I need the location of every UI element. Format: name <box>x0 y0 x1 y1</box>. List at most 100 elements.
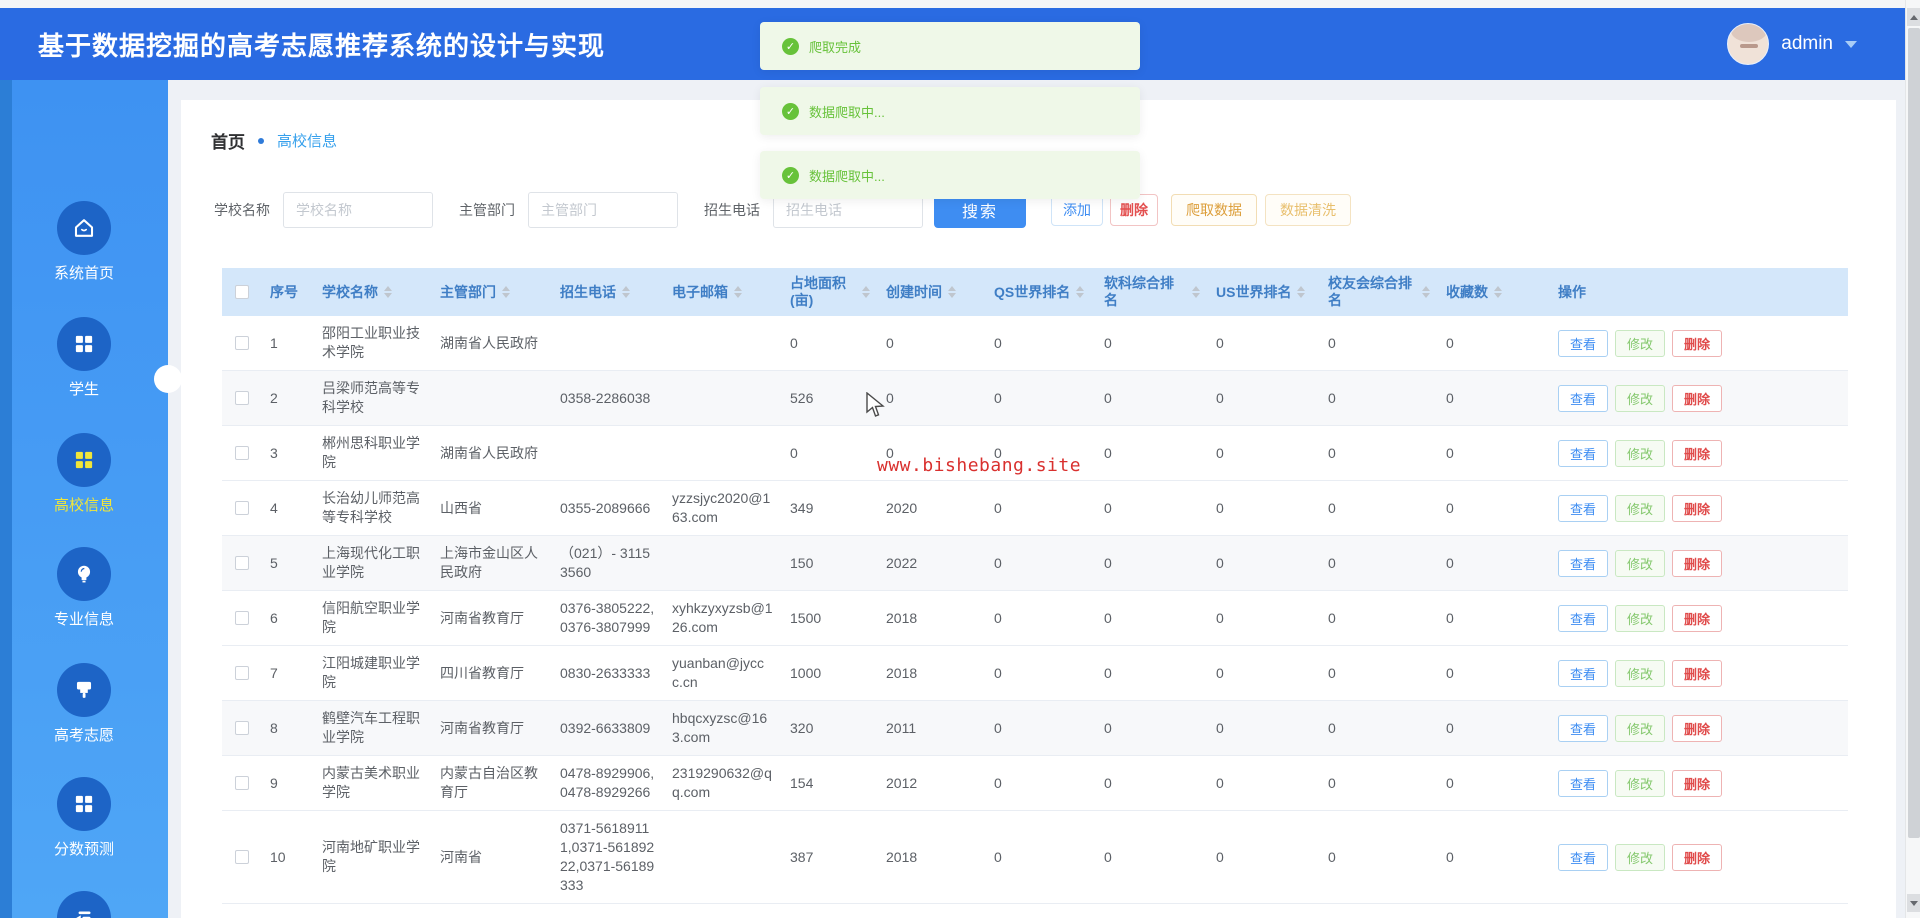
row-delete-button[interactable]: 删除 <box>1672 549 1723 577</box>
edit-button[interactable]: 修改 <box>1615 549 1666 577</box>
user-menu[interactable]: admin <box>1727 8 1857 80</box>
row-checkbox[interactable] <box>235 850 249 864</box>
sidebar-item-home[interactable]: 系统首页 <box>0 201 168 283</box>
filter-label-school-name: 学校名称 <box>214 202 270 218</box>
cell-school-name: 江阳城建职业学院 <box>322 655 420 690</box>
sort-icon[interactable] <box>1494 286 1502 298</box>
edit-button[interactable]: 修改 <box>1615 714 1666 742</box>
edit-button[interactable]: 修改 <box>1615 439 1666 467</box>
cell-area: 1500 <box>790 609 822 626</box>
clean-data-button[interactable]: 数据清洗 <box>1265 194 1351 226</box>
cell-alumni-rank: 0 <box>1328 774 1336 791</box>
col-header-department: 主管部门 <box>440 283 496 300</box>
breadcrumb-home[interactable]: 首页 <box>211 128 245 153</box>
cell-ruanke-rank: 0 <box>1104 444 1112 461</box>
view-button[interactable]: 查看 <box>1558 659 1609 687</box>
row-delete-button[interactable]: 删除 <box>1672 659 1723 687</box>
table-row: 6 信阳航空职业学院 河南省教育厅 0376-3805222, 0376-380… <box>222 591 1848 646</box>
cell-department: 河南省教育厅 <box>440 719 524 736</box>
cell-favorites: 0 <box>1446 664 1454 681</box>
sort-icon[interactable] <box>948 286 956 298</box>
cell-alumni-rank: 0 <box>1328 389 1336 406</box>
view-button[interactable]: 查看 <box>1558 439 1609 467</box>
cell-qs-rank: 0 <box>994 664 1002 681</box>
breadcrumb: 首页 高校信息 <box>211 128 337 153</box>
table-header-row: 序号 学校名称 主管部门 招生电话 电子邮箱 占地面积(亩) 创建时间 QS世界… <box>222 268 1848 316</box>
row-delete-button[interactable]: 删除 <box>1672 329 1723 357</box>
sidebar-item-applications[interactable]: 高考志愿 <box>0 663 168 745</box>
sidebar-item-label: 专业信息 <box>53 611 114 628</box>
row-delete-button[interactable]: 删除 <box>1672 769 1723 797</box>
view-button[interactable]: 查看 <box>1558 329 1609 357</box>
scroll-down-arrow[interactable] <box>1907 894 1920 912</box>
sort-icon[interactable] <box>622 286 630 298</box>
table-row: 7 江阳城建职业学院 四川省教育厅 0830-2633333 yuanban@j… <box>222 646 1848 701</box>
row-checkbox[interactable] <box>235 556 249 570</box>
row-checkbox[interactable] <box>235 611 249 625</box>
row-checkbox[interactable] <box>235 336 249 350</box>
cell-ruanke-rank: 0 <box>1104 848 1112 865</box>
cell-email <box>664 426 782 480</box>
select-all-checkbox[interactable] <box>235 285 249 299</box>
edit-button[interactable]: 修改 <box>1615 494 1666 522</box>
cell-created: 0 <box>886 334 894 351</box>
row-checkbox[interactable] <box>235 721 249 735</box>
avatar[interactable] <box>1727 23 1770 65</box>
school-name-input[interactable] <box>283 192 433 228</box>
sidebar-item-message-board[interactable]: 留言板 <box>0 891 168 918</box>
row-delete-button[interactable]: 删除 <box>1672 714 1723 742</box>
view-button[interactable]: 查看 <box>1558 384 1609 412</box>
content-card: 首页 高校信息 学校名称 主管部门 招生电话 搜索 添加 删除 爬取数据 数据清… <box>181 100 1896 918</box>
view-button[interactable]: 查看 <box>1558 769 1609 797</box>
col-header-created: 创建时间 <box>886 283 942 300</box>
sort-icon[interactable] <box>502 286 510 298</box>
edit-button[interactable]: 修改 <box>1615 329 1666 357</box>
sidebar-item-majors[interactable]: 专业信息 <box>0 547 168 629</box>
sort-icon[interactable] <box>1192 286 1200 298</box>
row-delete-button[interactable]: 删除 <box>1672 604 1723 632</box>
cell-ruanke-rank: 0 <box>1104 389 1112 406</box>
sort-icon[interactable] <box>734 286 742 298</box>
view-button[interactable]: 查看 <box>1558 604 1609 632</box>
edit-button[interactable]: 修改 <box>1615 604 1666 632</box>
view-button[interactable]: 查看 <box>1558 714 1609 742</box>
bulb-icon <box>57 547 111 601</box>
sidebar-item-label: 高校信息 <box>53 497 114 514</box>
row-delete-button[interactable]: 删除 <box>1672 494 1723 522</box>
edit-button[interactable]: 修改 <box>1615 384 1666 412</box>
sort-icon[interactable] <box>384 286 392 298</box>
edit-button[interactable]: 修改 <box>1615 769 1666 797</box>
sort-icon[interactable] <box>1076 286 1085 298</box>
sort-icon[interactable] <box>862 286 870 298</box>
sidebar-item-students[interactable]: 学生 <box>0 317 168 399</box>
scroll-up-arrow[interactable] <box>1907 8 1920 26</box>
scrollbar-thumb[interactable] <box>1908 28 1920 838</box>
row-checkbox[interactable] <box>235 446 249 460</box>
row-checkbox[interactable] <box>235 776 249 790</box>
crawl-data-button[interactable]: 爬取数据 <box>1171 194 1257 226</box>
edit-button[interactable]: 修改 <box>1615 843 1666 871</box>
row-checkbox[interactable] <box>235 391 249 405</box>
page: 基于数据挖掘的高考志愿推荐系统的设计与实现 admin 系统首页 学生 高校信息 <box>0 0 1920 918</box>
department-input[interactable] <box>528 192 678 228</box>
edit-button[interactable]: 修改 <box>1615 659 1666 687</box>
sort-icon[interactable] <box>1422 286 1430 298</box>
check-icon: ✓ <box>782 166 799 184</box>
cell-department: 河南省教育厅 <box>440 609 524 626</box>
row-checkbox[interactable] <box>235 666 249 680</box>
sidebar-item-universities[interactable]: 高校信息 <box>0 433 168 515</box>
view-button[interactable]: 查看 <box>1558 843 1609 871</box>
view-button[interactable]: 查看 <box>1558 494 1609 522</box>
app-title: 基于数据挖掘的高考志愿推荐系统的设计与实现 <box>38 30 606 61</box>
sort-icon[interactable] <box>1297 286 1306 298</box>
view-button[interactable]: 查看 <box>1558 549 1609 577</box>
row-checkbox[interactable] <box>235 501 249 515</box>
sidebar-item-score-prediction[interactable]: 分数预测 <box>0 777 168 859</box>
cell-created: 2022 <box>886 554 918 571</box>
row-delete-button[interactable]: 删除 <box>1672 843 1723 871</box>
row-delete-button[interactable]: 删除 <box>1672 439 1723 467</box>
cell-area: 0 <box>790 334 798 351</box>
cell-ruanke-rank: 0 <box>1104 334 1112 351</box>
row-delete-button[interactable]: 删除 <box>1672 384 1723 412</box>
grid-icon <box>57 317 111 371</box>
